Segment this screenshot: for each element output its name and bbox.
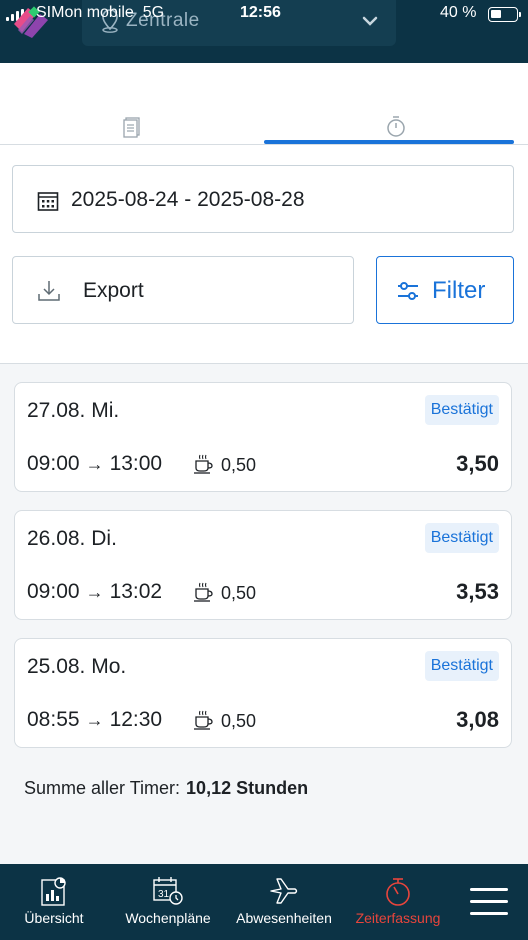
break-duration: 0,50 bbox=[221, 455, 257, 475]
nav-label: Übersicht bbox=[24, 910, 84, 926]
status-badge: Bestätigt bbox=[424, 523, 499, 553]
sliders-icon bbox=[398, 282, 418, 300]
entry-times: 08:55 → 12:30 bbox=[27, 708, 163, 731]
nav-label: Abwesenheiten bbox=[236, 910, 332, 926]
coffee-cup-icon bbox=[194, 582, 213, 602]
bottom-navigation: Übersicht 31 Wochenpläne Abwesenheiten Z… bbox=[0, 864, 528, 940]
tab-timer[interactable] bbox=[264, 111, 528, 143]
filter-label: Filter bbox=[432, 277, 486, 304]
battery-icon bbox=[488, 7, 521, 22]
time-entry-card[interactable]: 25.08. Mo. Bestätigt 08:55 → 12:30 0,50 3,… bbox=[14, 638, 512, 748]
filter-panel: 2025-08-24 - 2025-08-28 Export Filter bbox=[0, 145, 528, 364]
tab-list[interactable] bbox=[0, 111, 264, 143]
calendar-icon bbox=[37, 192, 59, 211]
hamburger-menu-icon[interactable] bbox=[470, 888, 508, 918]
break-duration: 0,50 bbox=[221, 583, 257, 603]
date-range-value: 2025-08-24 - 2025-08-28 bbox=[71, 188, 305, 211]
entry-times: 09:00 → 13:02 bbox=[27, 580, 163, 603]
status-bar: SIMon mobile 5G 12:56 40 % bbox=[0, 3, 528, 23]
export-label: Export bbox=[83, 279, 144, 302]
time-entry-card[interactable]: 27.08. Mi. Bestätigt 09:00 → 13:00 0,50 3,… bbox=[14, 382, 512, 492]
entry-date: 25.08. Mo. bbox=[27, 655, 127, 678]
break-duration: 0,50 bbox=[221, 711, 257, 731]
nav-item-overview[interactable]: Übersicht bbox=[8, 864, 100, 940]
overview-chart-icon bbox=[41, 877, 66, 906]
arrow-right-icon: → bbox=[85, 454, 104, 474]
nav-label: Zeiterfassung bbox=[355, 910, 441, 926]
date-range-field[interactable]: 2025-08-24 - 2025-08-28 bbox=[12, 165, 514, 233]
document-list-icon bbox=[123, 117, 140, 138]
download-icon bbox=[38, 281, 60, 301]
time-entry-card[interactable]: 26.08. Di. Bestätigt 09:00 → 13:02 0,50 3,… bbox=[14, 510, 512, 620]
stopwatch-icon bbox=[386, 878, 410, 906]
stopwatch-icon bbox=[387, 116, 405, 137]
export-button[interactable]: Export bbox=[12, 256, 354, 324]
status-badge: Bestätigt bbox=[424, 651, 499, 681]
nav-item-weekly-plans[interactable]: 31 Wochenpläne bbox=[116, 864, 220, 940]
summary-value: 10,12 Stunden bbox=[186, 778, 309, 798]
nav-item-absences[interactable]: Abwesenheiten bbox=[228, 864, 340, 940]
battery-percent: 40 % bbox=[440, 4, 477, 21]
timer-summary: Summe aller Timer: 10,12 Stunden bbox=[24, 778, 308, 799]
svg-text:31: 31 bbox=[158, 889, 170, 900]
airplane-icon bbox=[270, 878, 298, 904]
summary-label: Summe aller Timer: bbox=[24, 778, 181, 798]
entry-total-hours: 3,53 bbox=[456, 579, 499, 604]
filter-button[interactable]: Filter bbox=[376, 256, 514, 324]
entry-date: 26.08. Di. bbox=[27, 527, 117, 550]
active-tab-indicator bbox=[264, 140, 514, 144]
entry-total-hours: 3,08 bbox=[456, 707, 499, 732]
coffee-cup-icon bbox=[194, 710, 213, 730]
coffee-cup-icon bbox=[194, 454, 213, 474]
entry-date: 27.08. Mi. bbox=[27, 399, 120, 422]
view-tabs bbox=[0, 63, 528, 145]
nav-item-time-tracking[interactable]: Zeiterfassung bbox=[346, 864, 450, 940]
status-badge: Bestätigt bbox=[424, 395, 499, 425]
arrow-right-icon: → bbox=[85, 710, 104, 730]
calendar-clock-icon: 31 bbox=[153, 877, 183, 905]
app-header: Zentrale SIMon mobile 5G 12:56 40 % bbox=[0, 0, 528, 63]
nav-label: Wochenpläne bbox=[125, 910, 211, 926]
arrow-right-icon: → bbox=[85, 582, 104, 602]
carrier-name: SIMon mobile 5G bbox=[36, 4, 165, 21]
entry-total-hours: 3,50 bbox=[456, 451, 499, 476]
status-time: 12:56 bbox=[240, 4, 281, 21]
entry-times: 09:00 → 13:00 bbox=[27, 452, 163, 475]
